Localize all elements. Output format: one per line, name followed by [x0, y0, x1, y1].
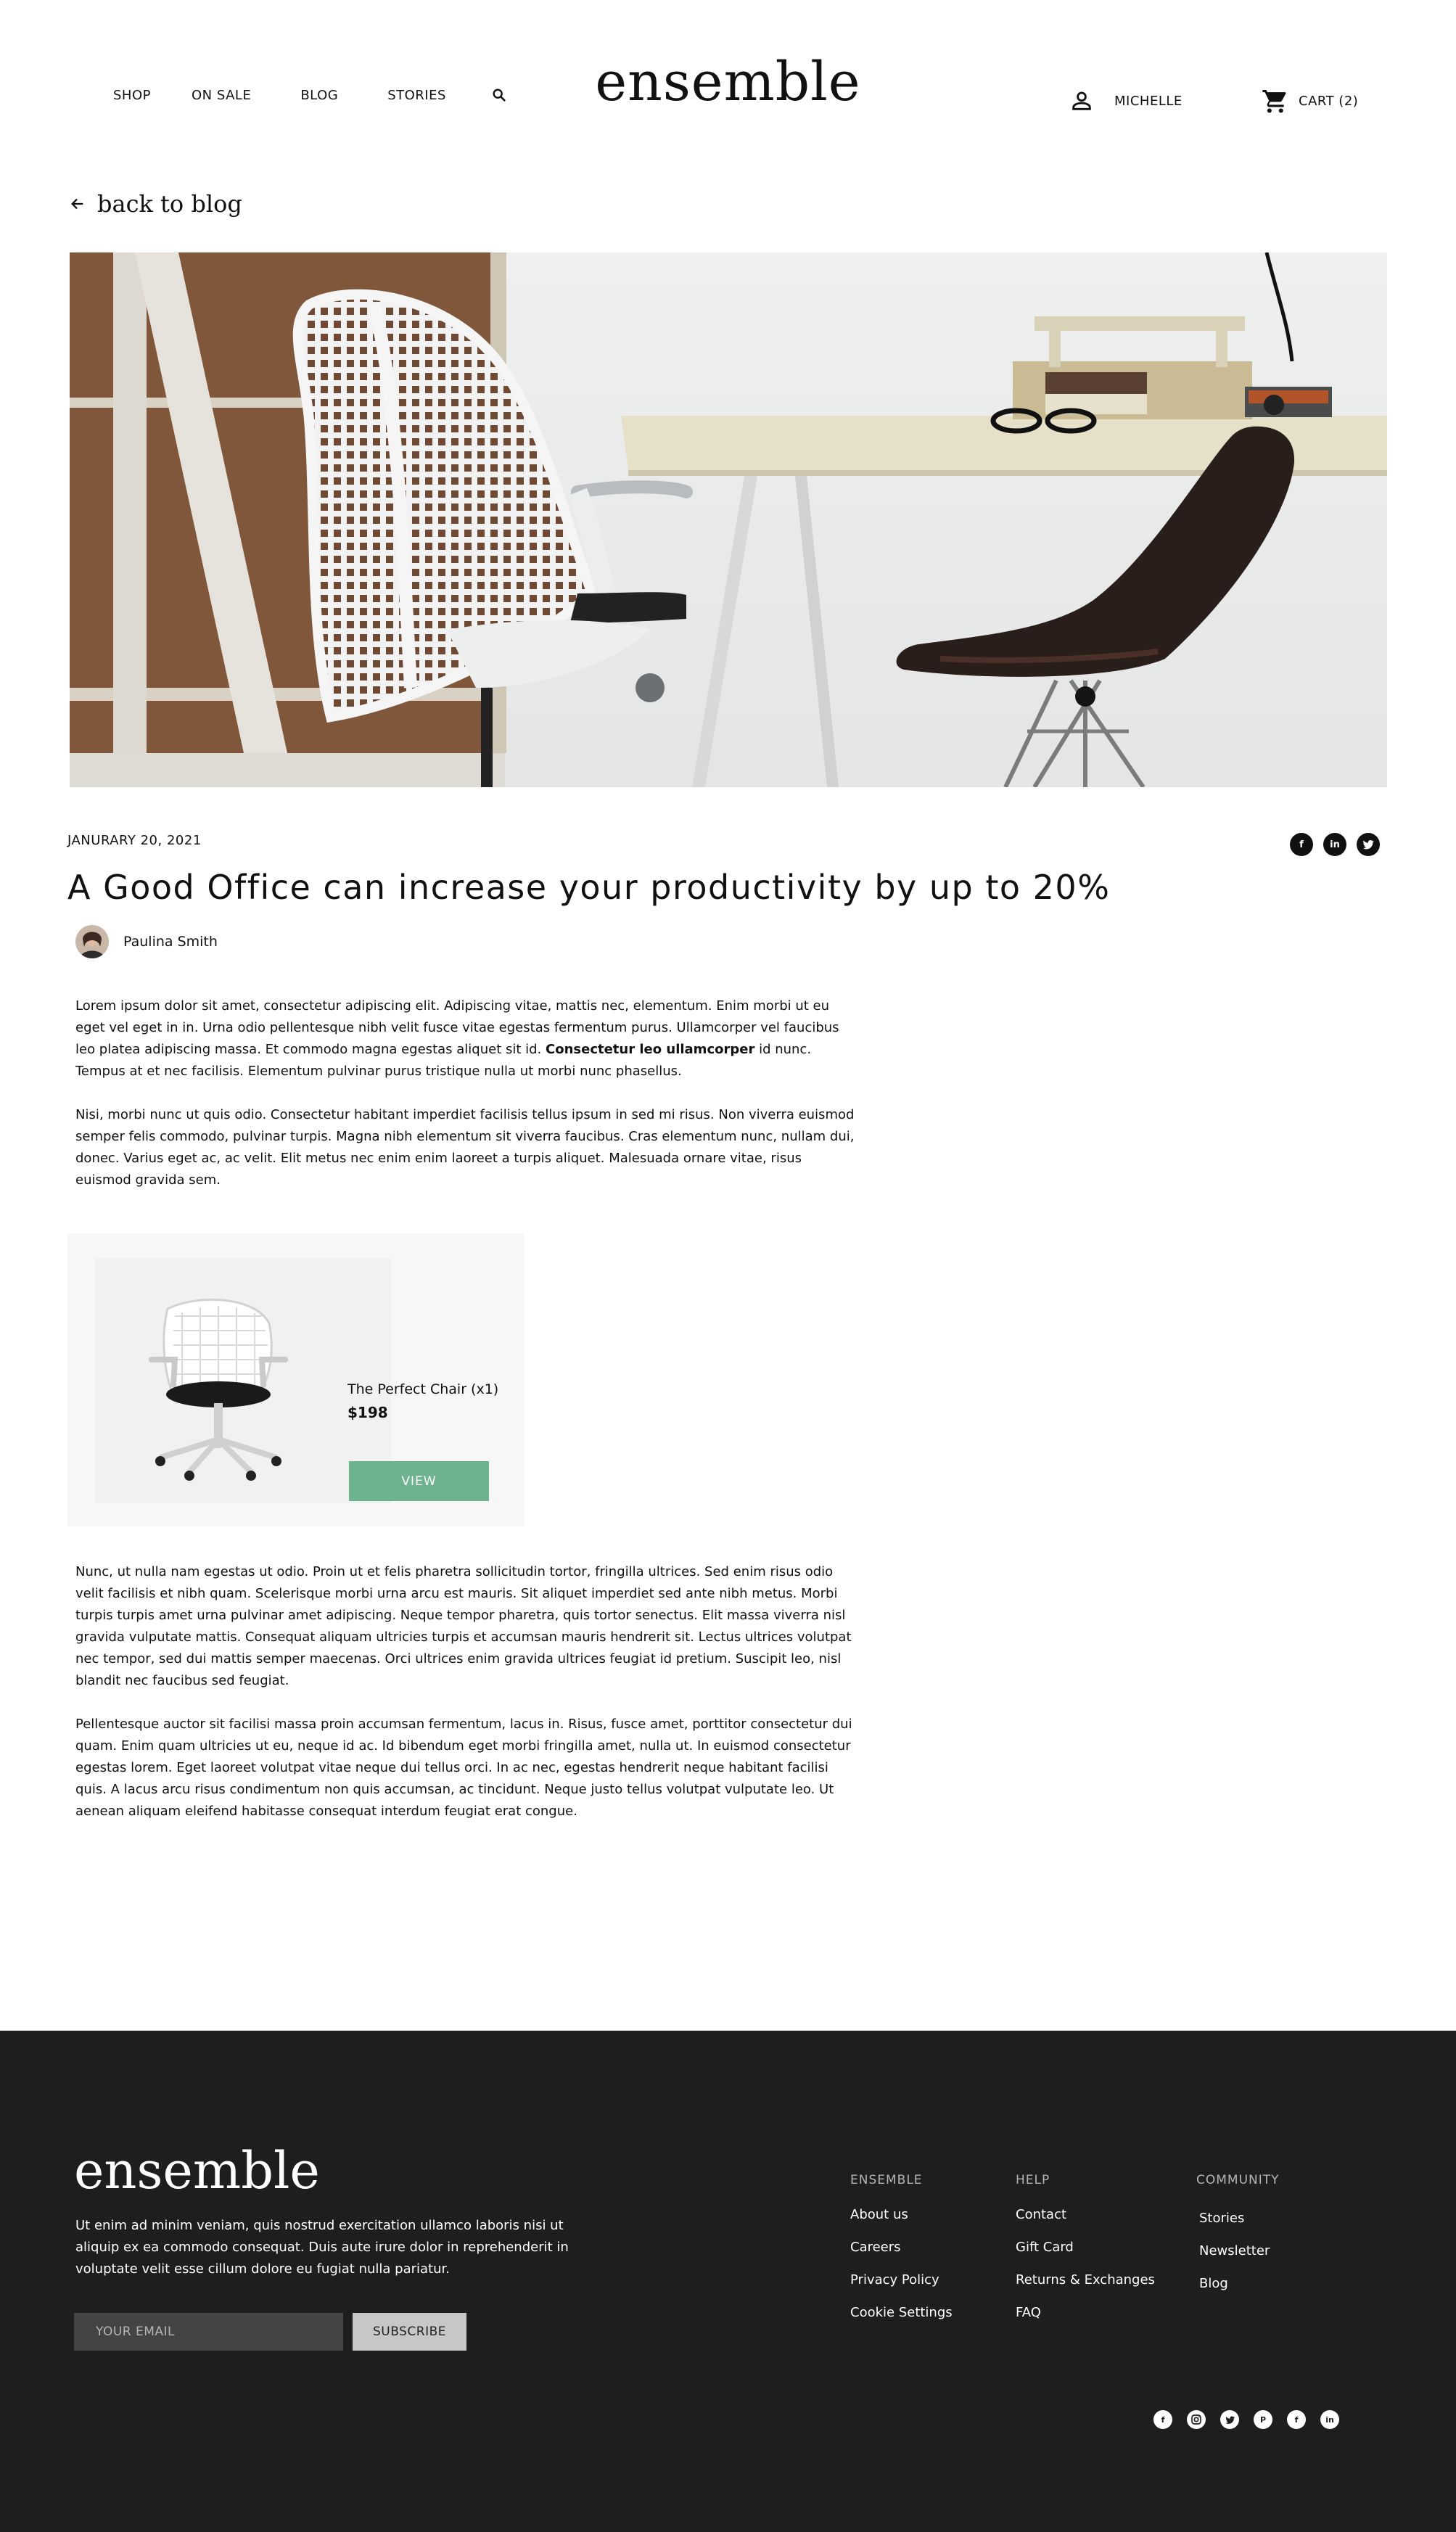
- cart-link[interactable]: CART (2): [1261, 87, 1358, 115]
- product-card: The Perfect Chair (x1) $198 VIEW: [67, 1233, 524, 1526]
- footer-link-stories[interactable]: Stories: [1199, 2210, 1280, 2227]
- back-link-label: back to blog: [97, 190, 242, 218]
- cart-label: CART (2): [1299, 93, 1359, 109]
- instagram-icon[interactable]: [1187, 2410, 1206, 2429]
- user-icon: [1072, 91, 1091, 110]
- twitter-icon[interactable]: [1220, 2410, 1239, 2429]
- footer-column-title: HELP: [1016, 2173, 1050, 2187]
- footer-column-help: HELP Contact Gift Card Returns & Exchang…: [1016, 2173, 1155, 2337]
- paragraph: Nunc, ut nulla nam egestas ut odio. Proi…: [75, 1564, 852, 1688]
- product-name: The Perfect Chair (x1): [347, 1381, 499, 1397]
- author-name: Paulina Smith: [123, 934, 218, 950]
- footer-link-returns[interactable]: Returns & Exchanges: [1016, 2272, 1155, 2288]
- footer-link-newsletter[interactable]: Newsletter: [1199, 2243, 1280, 2259]
- footer-link-faq[interactable]: FAQ: [1016, 2304, 1155, 2321]
- footer-link-careers[interactable]: Careers: [850, 2239, 953, 2256]
- avatar: [75, 925, 109, 958]
- facebook-icon[interactable]: f: [1287, 2410, 1306, 2429]
- email-input[interactable]: [74, 2313, 343, 2351]
- twitter-icon[interactable]: [1357, 833, 1380, 856]
- footer: ensemble Ut enim ad minim veniam, quis n…: [0, 2031, 1456, 2532]
- hero-image: [70, 252, 1387, 787]
- paragraph: Pellentesque auctor sit facilisi massa p…: [75, 1717, 852, 1819]
- footer-link-contact[interactable]: Contact: [1016, 2206, 1155, 2223]
- linkedin-icon[interactable]: in: [1323, 833, 1346, 856]
- linkedin-icon[interactable]: in: [1320, 2410, 1339, 2429]
- paragraph: Nisi, morbi nunc ut quis odio. Consectet…: [75, 1107, 855, 1188]
- facebook-icon[interactable]: f: [1153, 2410, 1172, 2429]
- footer-logo[interactable]: ensemble: [74, 2141, 320, 2200]
- footer-link-cookie-settings[interactable]: Cookie Settings: [850, 2304, 953, 2321]
- footer-link-about-us[interactable]: About us: [850, 2206, 953, 2223]
- account-link[interactable]: MICHELLE: [1069, 89, 1183, 113]
- article-author: Paulina Smith: [75, 925, 218, 958]
- user-name: MICHELLE: [1114, 93, 1183, 109]
- article-date: JANURARY 20, 2021: [67, 833, 202, 848]
- bold-phrase: Consectetur leo ullamcorper: [546, 1042, 755, 1057]
- footer-social-links: f P f in: [1153, 2410, 1354, 2429]
- article-body-top: Lorem ipsum dolor sit amet, consectetur …: [75, 995, 859, 1213]
- pinterest-icon[interactable]: P: [1254, 2410, 1272, 2429]
- back-to-blog-link[interactable]: back to blog: [70, 190, 242, 218]
- cart-icon: [1262, 89, 1286, 113]
- footer-link-gift-card[interactable]: Gift Card: [1016, 2239, 1155, 2256]
- product-price: $198: [347, 1404, 388, 1421]
- arrow-left-icon: [71, 198, 83, 210]
- footer-column-title: ENSEMBLE: [850, 2173, 923, 2187]
- facebook-icon[interactable]: f: [1290, 833, 1313, 856]
- subscribe-button[interactable]: SUBSCRIBE: [353, 2313, 466, 2351]
- article-body-bottom: Nunc, ut nulla nam egestas ut odio. Proi…: [75, 1561, 859, 1844]
- product-image[interactable]: [95, 1258, 391, 1503]
- view-product-button[interactable]: VIEW: [349, 1461, 489, 1501]
- footer-description: Ut enim ad minim veniam, quis nostrud ex…: [75, 2218, 569, 2277]
- footer-column-title: COMMUNITY: [1196, 2173, 1280, 2187]
- footer-link-blog[interactable]: Blog: [1199, 2275, 1280, 2292]
- article-title: A Good Office can increase your producti…: [67, 868, 1111, 907]
- footer-column-community: COMMUNITY Stories Newsletter Blog: [1196, 2173, 1280, 2308]
- footer-link-privacy-policy[interactable]: Privacy Policy: [850, 2272, 953, 2288]
- footer-column-ensemble: ENSEMBLE About us Careers Privacy Policy…: [850, 2173, 953, 2337]
- site-logo[interactable]: ensemble: [0, 51, 1456, 113]
- paragraph: Lorem ipsum dolor sit amet, consectetur …: [75, 998, 839, 1079]
- share-buttons: f in: [1290, 833, 1380, 856]
